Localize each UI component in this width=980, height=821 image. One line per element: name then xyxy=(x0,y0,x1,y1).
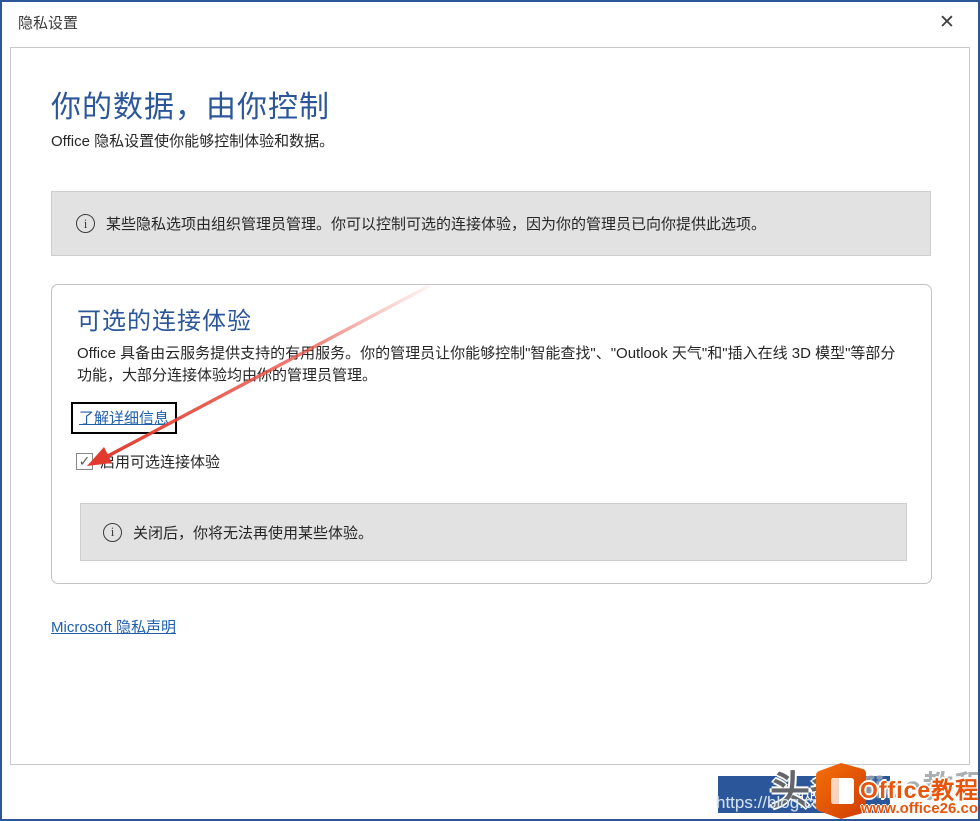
close-icon[interactable]: ✕ xyxy=(930,7,964,37)
learn-more-link[interactable]: 了解详细信息 xyxy=(79,410,169,427)
admin-notice-text: 某些隐私选项由组织管理员管理。你可以控制可选的连接体验，因为你的管理员已向你提供… xyxy=(106,213,766,234)
page-subtitle: Office 隐私设置使你能够控制体验和数据。 xyxy=(51,130,334,151)
learn-more-focus-box: 了解详细信息 xyxy=(71,402,177,434)
titlebar: 隐私设置 ✕ xyxy=(2,2,978,47)
optional-connected-experiences-section: 可选的连接体验 Office 具备由云服务提供支持的有用服务。你的管理员让你能够… xyxy=(51,284,932,584)
info-icon: i xyxy=(76,214,95,233)
enable-experiences-row: ✓ 启用可选连接体验 xyxy=(76,451,220,472)
section-description: Office 具备由云服务提供支持的有用服务。你的管理员让你能够控制"智能查找"… xyxy=(77,343,909,387)
enable-experiences-checkbox[interactable]: ✓ xyxy=(76,453,93,470)
checkmark-icon: ✓ xyxy=(79,454,91,468)
warning-notice-text: 关闭后，你将无法再使用某些体验。 xyxy=(133,522,373,543)
content-panel: 你的数据，由你控制 Office 隐私设置使你能够控制体验和数据。 i 某些隐私… xyxy=(10,47,970,765)
page-title: 你的数据，由你控制 xyxy=(51,82,330,126)
microsoft-privacy-statement-link[interactable]: Microsoft 隐私声明 xyxy=(51,616,176,637)
section-title: 可选的连接体验 xyxy=(77,301,252,336)
info-icon: i xyxy=(103,523,122,542)
privacy-settings-dialog: 隐私设置 ✕ 你的数据，由你控制 Office 隐私设置使你能够控制体验和数据。… xyxy=(0,0,980,821)
checkbox-label: 启用可选连接体验 xyxy=(100,451,220,472)
admin-notice-box: i 某些隐私选项由组织管理员管理。你可以控制可选的连接体验，因为你的管理员已向你… xyxy=(51,191,931,256)
warning-notice-box: i 关闭后，你将无法再使用某些体验。 xyxy=(80,503,907,561)
ok-button[interactable]: 确定 xyxy=(718,776,890,813)
dialog-title: 隐私设置 xyxy=(18,12,78,33)
